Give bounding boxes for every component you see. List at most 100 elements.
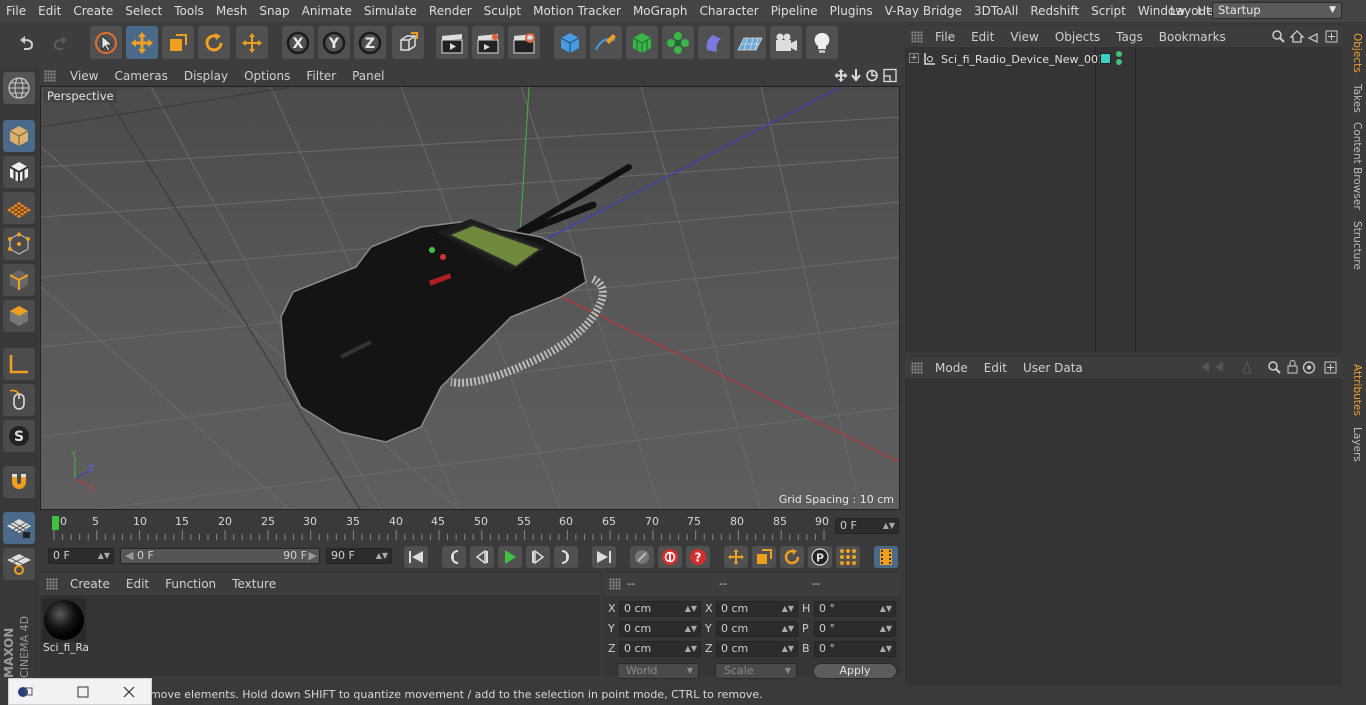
record-button[interactable]: [658, 546, 682, 568]
next-key-button[interactable]: [554, 546, 578, 568]
timeline-window-button[interactable]: [874, 546, 898, 568]
object-name[interactable]: Sci_fi_Radio_Device_New_001: [941, 53, 1105, 66]
material-menu-function[interactable]: Function: [157, 577, 224, 591]
menu-motion-tracker[interactable]: Motion Tracker: [527, 0, 627, 22]
x-axis-button[interactable]: X: [282, 26, 314, 59]
edge-mode-button[interactable]: [3, 264, 35, 296]
tab-objects[interactable]: Objects: [1346, 30, 1363, 76]
object-menu-edit[interactable]: Edit: [963, 30, 1002, 44]
locked-workplane-button[interactable]: [3, 548, 35, 580]
add-camera-button[interactable]: [770, 26, 802, 59]
pos-z-field[interactable]: 0 cm ▲▼: [619, 641, 701, 657]
key-rotation-button[interactable]: [780, 546, 804, 568]
spinner-icon[interactable]: ▲▼: [782, 602, 794, 616]
tab-attributes[interactable]: Attributes: [1346, 362, 1363, 418]
tab-takes[interactable]: Takes: [1346, 82, 1363, 114]
spinner-icon[interactable]: ▲▼: [685, 642, 697, 656]
menu-animate[interactable]: Animate: [296, 0, 358, 22]
range-right-arrow-icon[interactable]: ▶: [309, 549, 317, 563]
rot-p-field[interactable]: 0 ° ▲▼: [814, 621, 896, 637]
render-to-picture-viewer-button[interactable]: [472, 26, 504, 59]
restore-icon[interactable]: [17, 685, 33, 699]
material-menu-create[interactable]: Create: [62, 577, 118, 591]
editor-visibility-dot[interactable]: [1116, 51, 1122, 57]
end-frame-field[interactable]: 90 F ▲▼: [326, 548, 392, 564]
object-menu-bookmarks[interactable]: Bookmarks: [1151, 30, 1234, 44]
menu-tools[interactable]: Tools: [168, 0, 210, 22]
spinner-icon[interactable]: ▲▼: [98, 549, 110, 563]
spinner-icon[interactable]: ▲▼: [376, 549, 388, 563]
record-keys-button[interactable]: [630, 546, 654, 568]
menu-script[interactable]: Script: [1085, 0, 1132, 22]
add-cube-button[interactable]: [554, 26, 586, 59]
current-frame-field[interactable]: 0 F ▲▼: [835, 518, 899, 534]
timeline-ruler[interactable]: 0 5 10 15 20 25 30 35 40 45 50 55 60 65 …: [40, 512, 901, 542]
object-menu-tags[interactable]: Tags: [1108, 30, 1151, 44]
move-button[interactable]: [126, 26, 158, 59]
start-frame-field[interactable]: 0 F ▲▼: [48, 548, 114, 564]
viewport-nav-icons[interactable]: [834, 68, 900, 83]
menu-sculpt[interactable]: Sculpt: [478, 0, 527, 22]
model-mode-button[interactable]: [3, 120, 35, 152]
playhead-marker[interactable]: [52, 516, 59, 530]
spinner-icon[interactable]: ▲▼: [782, 622, 794, 636]
key-pla-button[interactable]: [836, 546, 860, 568]
key-parameter-button[interactable]: P: [808, 546, 832, 568]
solo-button[interactable]: S: [3, 420, 35, 452]
material-swatch[interactable]: Sci_fi_Ra: [42, 598, 89, 656]
menu-file[interactable]: File: [0, 0, 32, 22]
rot-h-field[interactable]: 0 ° ▲▼: [814, 601, 896, 617]
viewport-menu-display[interactable]: Display: [176, 69, 236, 83]
material-menu-texture[interactable]: Texture: [224, 577, 284, 591]
object-menu-view[interactable]: View: [1002, 30, 1046, 44]
size-z-field[interactable]: 0 cm ▲▼: [716, 641, 798, 657]
add-generator-button[interactable]: [626, 26, 658, 59]
render-view-button[interactable]: [436, 26, 468, 59]
menu-mograph[interactable]: MoGraph: [627, 0, 694, 22]
undo-button[interactable]: [10, 26, 42, 59]
size-y-field[interactable]: 0 cm ▲▼: [716, 621, 798, 637]
add-deformer-button[interactable]: [698, 26, 730, 59]
expand-icon[interactable]: +: [909, 53, 919, 63]
spinner-icon[interactable]: ▲▼: [880, 602, 892, 616]
frame-range-slider[interactable]: ◀ 0 F 90 F ▶: [120, 548, 320, 564]
pos-y-field[interactable]: 0 cm ▲▼: [619, 621, 701, 637]
attribute-menu-mode[interactable]: Mode: [927, 361, 976, 375]
viewport-menu-options[interactable]: Options: [236, 69, 298, 83]
range-left-arrow-icon[interactable]: ◀: [125, 549, 133, 562]
add-environment-button[interactable]: [734, 26, 766, 59]
scale-button[interactable]: [162, 26, 194, 59]
object-row[interactable]: + Sci_fi_Radio_Device_New_001: [905, 50, 1342, 70]
apply-button[interactable]: Apply: [813, 663, 897, 679]
autokey-button[interactable]: ?: [686, 546, 710, 568]
drag-handle-icon[interactable]: [911, 31, 923, 43]
menu-render[interactable]: Render: [423, 0, 478, 22]
enable-axis-button[interactable]: [3, 348, 35, 380]
coordinate-mode-select[interactable]: World ▼: [617, 663, 699, 679]
spinner-icon[interactable]: ▲▼: [685, 622, 697, 636]
goto-end-button[interactable]: [592, 546, 616, 568]
coordinate-system-button[interactable]: [392, 26, 424, 59]
add-mograph-button[interactable]: [662, 26, 694, 59]
menu-character[interactable]: Character: [693, 0, 764, 22]
tab-structure[interactable]: Structure: [1346, 220, 1363, 270]
menu-snap[interactable]: Snap: [253, 0, 295, 22]
drag-handle-icon[interactable]: [44, 70, 56, 82]
z-axis-button[interactable]: Z: [354, 26, 386, 59]
menu-edit[interactable]: Edit: [32, 0, 67, 22]
redo-button[interactable]: [45, 26, 77, 59]
render-settings-button[interactable]: [508, 26, 540, 59]
menu-3dtoall[interactable]: 3DToAll: [968, 0, 1024, 22]
key-scale-button[interactable]: [752, 546, 776, 568]
size-x-field[interactable]: 0 cm ▲▼: [716, 601, 798, 617]
drag-handle-icon[interactable]: [46, 578, 58, 590]
viewport-menu-view[interactable]: View: [62, 69, 106, 83]
menu-redshift[interactable]: Redshift: [1024, 0, 1085, 22]
tweak-mode-button[interactable]: [3, 384, 35, 416]
live-selection-button[interactable]: [90, 26, 122, 59]
key-position-button[interactable]: [724, 546, 748, 568]
y-axis-button[interactable]: Y: [318, 26, 350, 59]
tab-layers[interactable]: Layers: [1346, 426, 1363, 462]
spinner-icon[interactable]: ▲▼: [880, 642, 892, 656]
viewport-menu-cameras[interactable]: Cameras: [106, 69, 175, 83]
